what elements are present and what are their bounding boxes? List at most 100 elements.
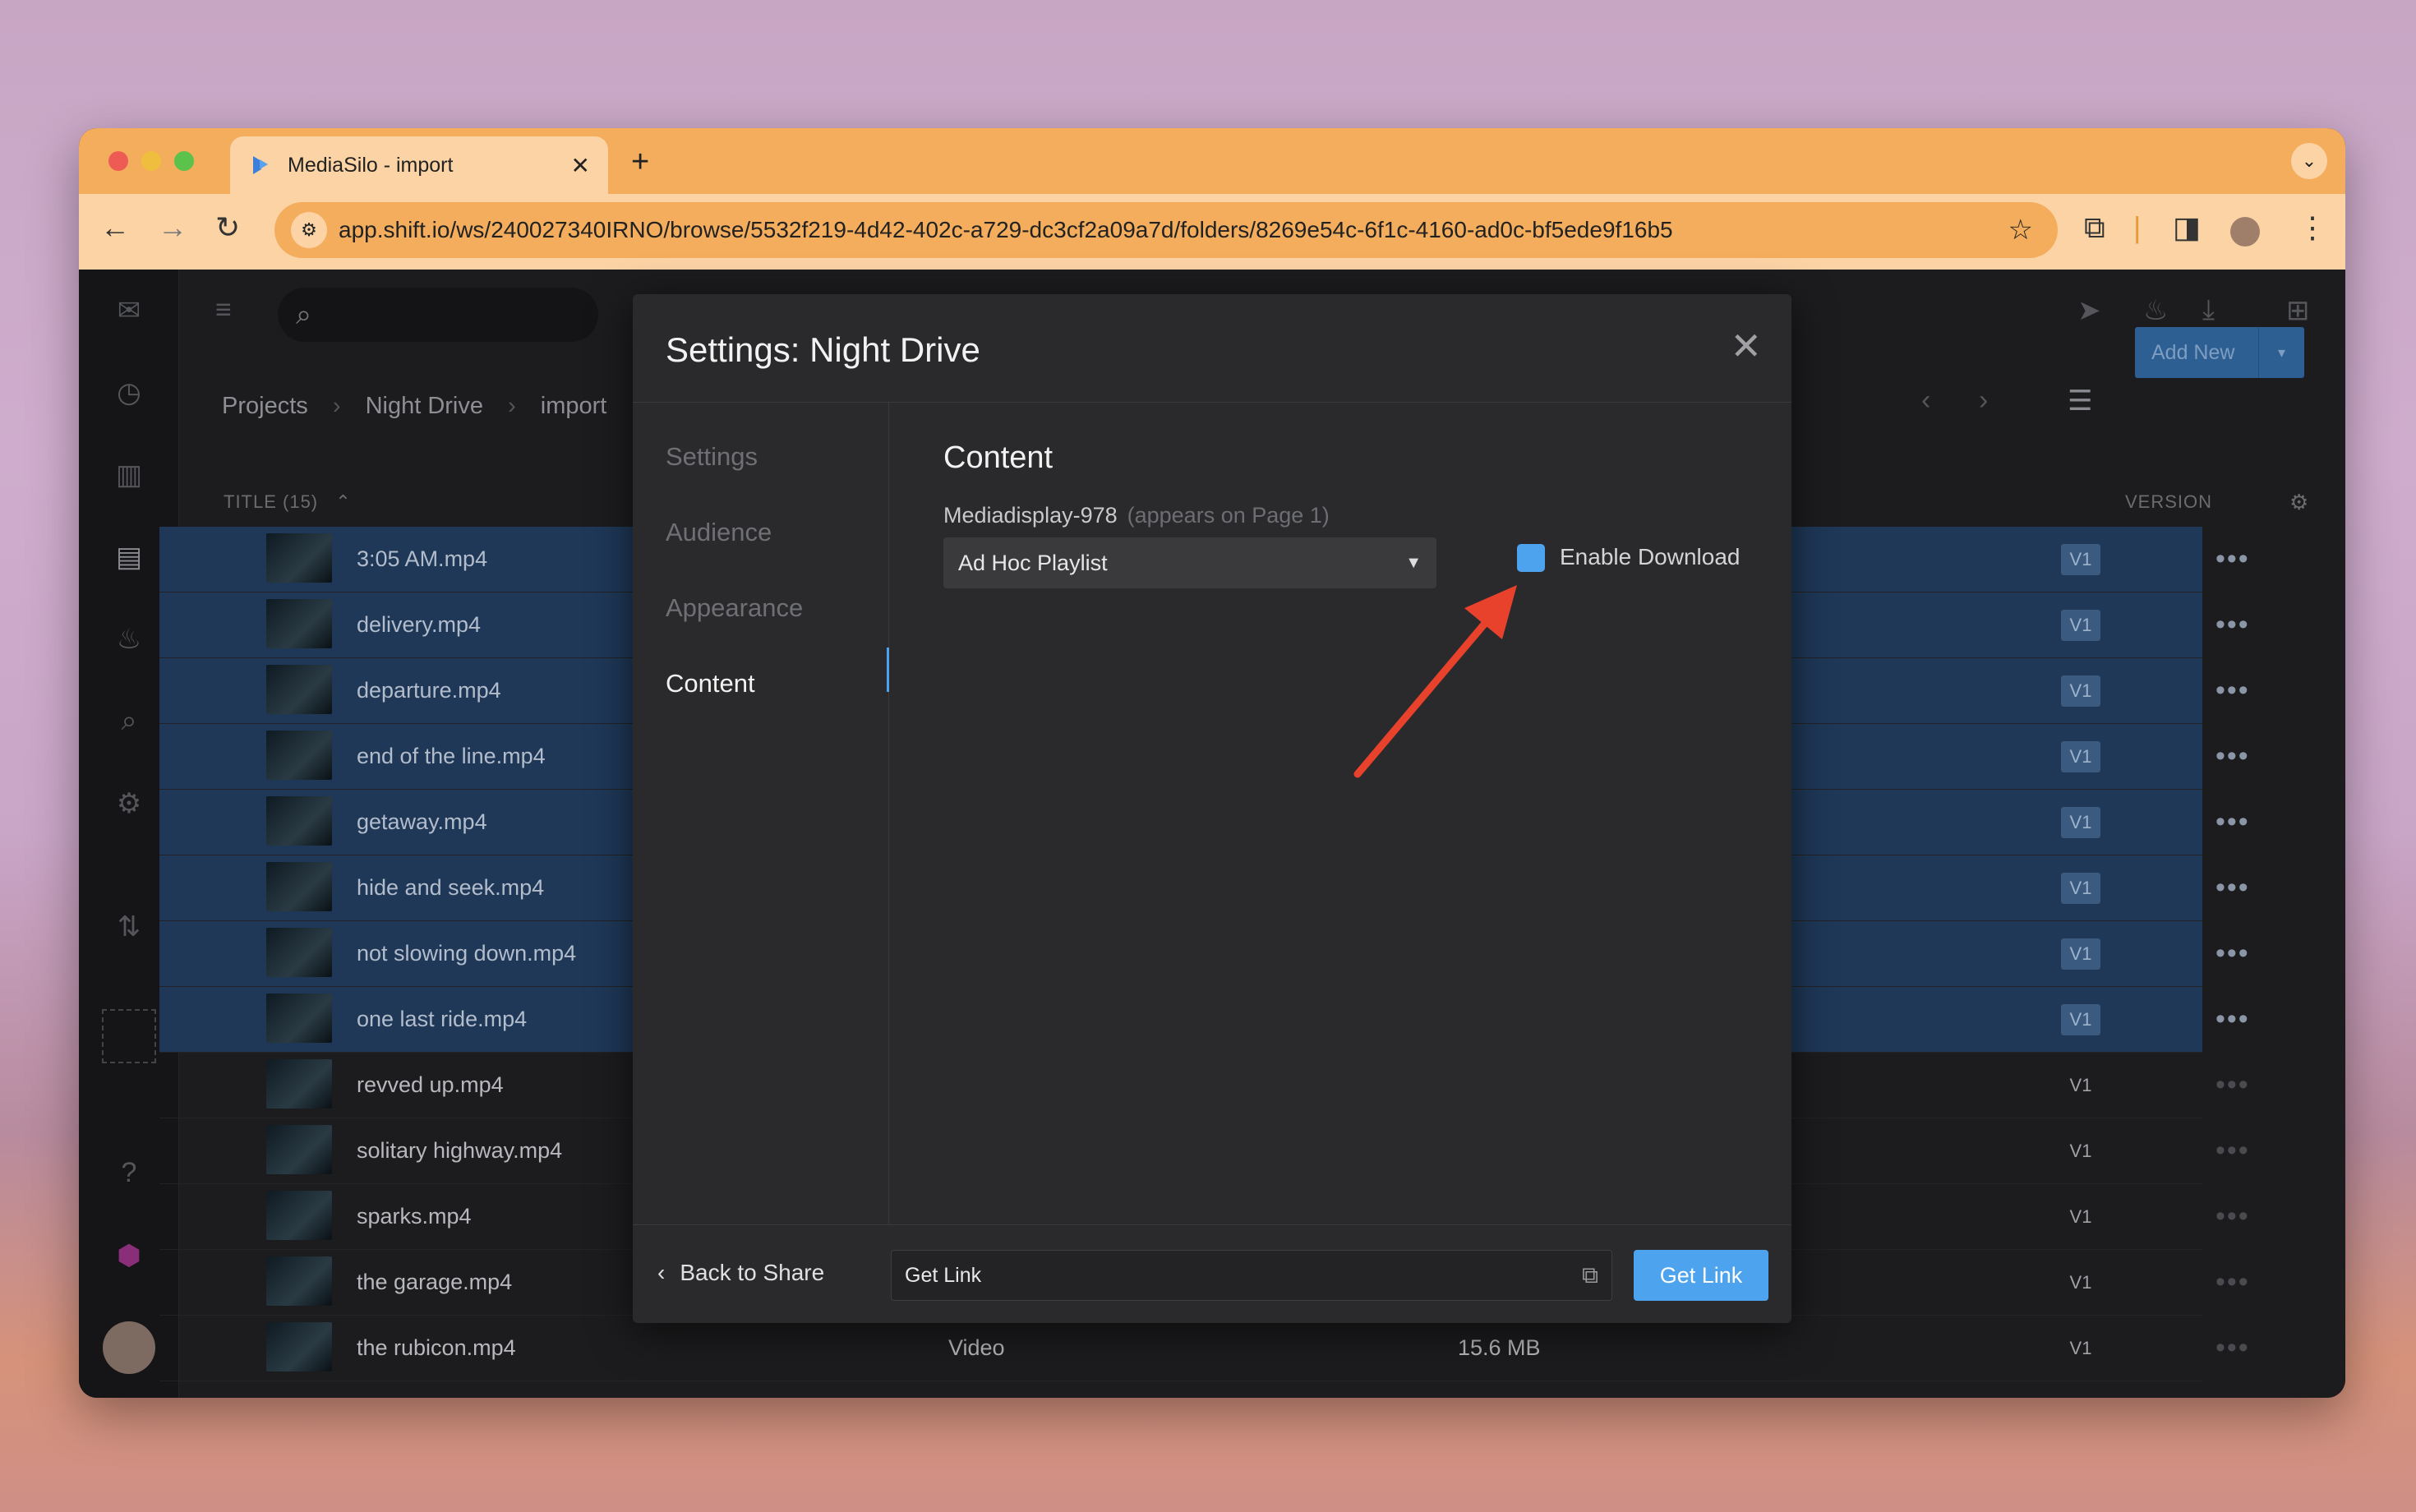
breadcrumb-projects[interactable]: Projects bbox=[222, 393, 308, 419]
playlist-select[interactable]: Ad Hoc Playlist ▼ bbox=[943, 537, 1436, 588]
breadcrumb-night-drive[interactable]: Night Drive bbox=[366, 393, 483, 419]
more-options-icon[interactable]: ••• bbox=[2215, 543, 2250, 575]
prev-page-icon[interactable]: ‹ bbox=[1921, 385, 1930, 417]
version-badge[interactable]: V1 bbox=[2061, 1136, 2100, 1167]
file-name[interactable]: 3:05 AM.mp4 bbox=[357, 546, 487, 572]
copy-link-icon[interactable]: ⧉ bbox=[1582, 1262, 1598, 1289]
add-new-dropdown-icon[interactable]: ▾ bbox=[2258, 327, 2304, 378]
file-name[interactable]: end of the line.mp4 bbox=[357, 744, 546, 769]
file-name[interactable]: hide and seek.mp4 bbox=[357, 875, 544, 901]
version-badge[interactable]: V1 bbox=[2061, 675, 2100, 707]
file-name[interactable]: revved up.mp4 bbox=[357, 1072, 504, 1098]
thumbnail bbox=[266, 665, 332, 714]
add-new-button[interactable]: Add New ▾ bbox=[2135, 327, 2304, 378]
back-to-share-button[interactable]: ‹ Back to Share bbox=[657, 1260, 824, 1286]
close-icon[interactable]: ✕ bbox=[1730, 324, 1762, 368]
thumbnail bbox=[266, 599, 332, 648]
version-badge[interactable]: V1 bbox=[2061, 543, 2100, 575]
tab-content[interactable]: Content bbox=[666, 669, 755, 698]
bookmark-star-icon[interactable]: ☆ bbox=[2008, 214, 2033, 247]
version-badge[interactable]: V1 bbox=[2061, 609, 2100, 641]
file-name[interactable]: sparks.mp4 bbox=[357, 1204, 472, 1229]
table-row[interactable]: the rubicon.mp4 Video 15.6 MB V1 ••• bbox=[159, 1316, 2248, 1381]
inbox-icon[interactable]: ✉ bbox=[79, 294, 179, 327]
more-options-icon[interactable]: ••• bbox=[2215, 1003, 2250, 1035]
more-options-icon[interactable]: ••• bbox=[2215, 609, 2250, 641]
search-input[interactable]: ⌕ bbox=[278, 288, 598, 342]
filter-icon[interactable]: ☰ bbox=[2068, 385, 2092, 417]
collapse-sidebar-icon[interactable]: ≡ bbox=[215, 294, 232, 326]
link-field-value: Get Link bbox=[905, 1263, 982, 1287]
tab-audience[interactable]: Audience bbox=[666, 518, 772, 547]
version-badge[interactable]: V1 bbox=[2061, 740, 2100, 772]
send-icon[interactable]: ➤ bbox=[2077, 294, 2101, 327]
new-tab-button[interactable]: + bbox=[631, 145, 649, 180]
profile-avatar[interactable] bbox=[2230, 217, 2260, 247]
divider: | bbox=[2133, 210, 2142, 244]
analytics-icon[interactable]: ▥ bbox=[79, 459, 179, 491]
more-options-icon[interactable]: ••• bbox=[2215, 1332, 2250, 1364]
field-name: Mediadisplay-978 bbox=[943, 503, 1118, 528]
next-page-icon[interactable]: › bbox=[1979, 385, 1988, 417]
more-options-icon[interactable]: ••• bbox=[2215, 872, 2250, 904]
file-name[interactable]: one last ride.mp4 bbox=[357, 1007, 527, 1032]
maximize-window-button[interactable] bbox=[174, 151, 194, 171]
sort-chevron-up-icon[interactable]: ⌃ bbox=[335, 491, 351, 512]
address-bar[interactable]: ⚙ app.shift.io/ws/240027340IRNO/browse/5… bbox=[274, 202, 2058, 258]
column-settings-gear-icon[interactable]: ⚙ bbox=[2289, 490, 2309, 515]
recent-clock-icon[interactable]: ◷ bbox=[79, 376, 179, 409]
enable-download-label[interactable]: Enable Download bbox=[1560, 544, 1741, 570]
file-name[interactable]: delivery.mp4 bbox=[357, 612, 481, 638]
version-badge[interactable]: V1 bbox=[2061, 1003, 2100, 1035]
more-options-icon[interactable]: ••• bbox=[2215, 1135, 2250, 1167]
download-icon[interactable]: ⤓ bbox=[2202, 294, 2215, 326]
thumbnail bbox=[266, 1191, 332, 1240]
tab-close-icon[interactable]: ✕ bbox=[571, 152, 590, 179]
grid-view-icon[interactable]: ⊞ bbox=[2286, 294, 2310, 327]
file-name[interactable]: solitary highway.mp4 bbox=[357, 1138, 562, 1164]
more-options-icon[interactable]: ••• bbox=[2215, 740, 2250, 772]
caret-down-icon: ▼ bbox=[1405, 553, 1422, 572]
flame-icon[interactable]: ♨ bbox=[2143, 294, 2168, 327]
version-badge[interactable]: V1 bbox=[2061, 806, 2100, 838]
back-arrow-icon[interactable]: ← bbox=[100, 210, 130, 245]
tab-settings[interactable]: Settings bbox=[666, 442, 758, 472]
version-badge[interactable]: V1 bbox=[2061, 1333, 2100, 1364]
tab-search-chevron-icon[interactable]: ⌄ bbox=[2291, 143, 2327, 179]
more-options-icon[interactable]: ••• bbox=[2215, 806, 2250, 838]
site-settings-icon[interactable]: ⚙ bbox=[291, 212, 327, 248]
more-options-icon[interactable]: ••• bbox=[2215, 1266, 2250, 1298]
file-name[interactable]: departure.mp4 bbox=[357, 678, 501, 703]
browser-menu-icon[interactable]: ⋮ bbox=[2298, 210, 2327, 245]
version-badge[interactable]: V1 bbox=[2061, 1267, 2100, 1298]
version-badge[interactable]: V1 bbox=[2061, 872, 2100, 904]
thumbnail bbox=[266, 1059, 332, 1109]
side-panel-icon[interactable]: ◨ bbox=[2173, 210, 2201, 245]
url-text[interactable]: app.shift.io/ws/240027340IRNO/browse/553… bbox=[339, 217, 1673, 243]
version-badge[interactable]: V1 bbox=[2061, 1070, 2100, 1101]
minimize-window-button[interactable] bbox=[141, 151, 161, 171]
modal-body: Content Mediadisplay-978 (appears on Page… bbox=[889, 403, 1791, 1224]
file-name[interactable]: the garage.mp4 bbox=[357, 1270, 512, 1295]
more-options-icon[interactable]: ••• bbox=[2215, 1201, 2250, 1233]
forward-arrow-icon[interactable]: → bbox=[158, 210, 187, 245]
file-name[interactable]: not slowing down.mp4 bbox=[357, 941, 576, 966]
extensions-icon[interactable]: ⧉ bbox=[2084, 210, 2105, 246]
version-column-header[interactable]: VERSION bbox=[2125, 491, 2212, 513]
enable-download-checkbox[interactable] bbox=[1517, 544, 1545, 572]
version-badge[interactable]: V1 bbox=[2061, 938, 2100, 970]
more-options-icon[interactable]: ••• bbox=[2215, 938, 2250, 970]
title-column-header[interactable]: TITLE (15) ⌃ bbox=[224, 491, 352, 513]
reload-icon[interactable]: ↻ bbox=[215, 210, 240, 245]
more-options-icon[interactable]: ••• bbox=[2215, 1069, 2250, 1101]
tab-appearance[interactable]: Appearance bbox=[666, 593, 803, 623]
file-name[interactable]: the rubicon.mp4 bbox=[357, 1335, 516, 1361]
close-window-button[interactable] bbox=[108, 151, 128, 171]
more-options-icon[interactable]: ••• bbox=[2215, 675, 2250, 707]
browser-tab[interactable]: MediaSilo - import ✕ bbox=[230, 136, 608, 194]
breadcrumb-import[interactable]: import bbox=[541, 393, 607, 419]
get-link-button[interactable]: Get Link bbox=[1634, 1250, 1768, 1301]
file-name[interactable]: getaway.mp4 bbox=[357, 809, 487, 835]
link-field[interactable]: Get Link ⧉ bbox=[891, 1250, 1612, 1301]
version-badge[interactable]: V1 bbox=[2061, 1201, 2100, 1233]
